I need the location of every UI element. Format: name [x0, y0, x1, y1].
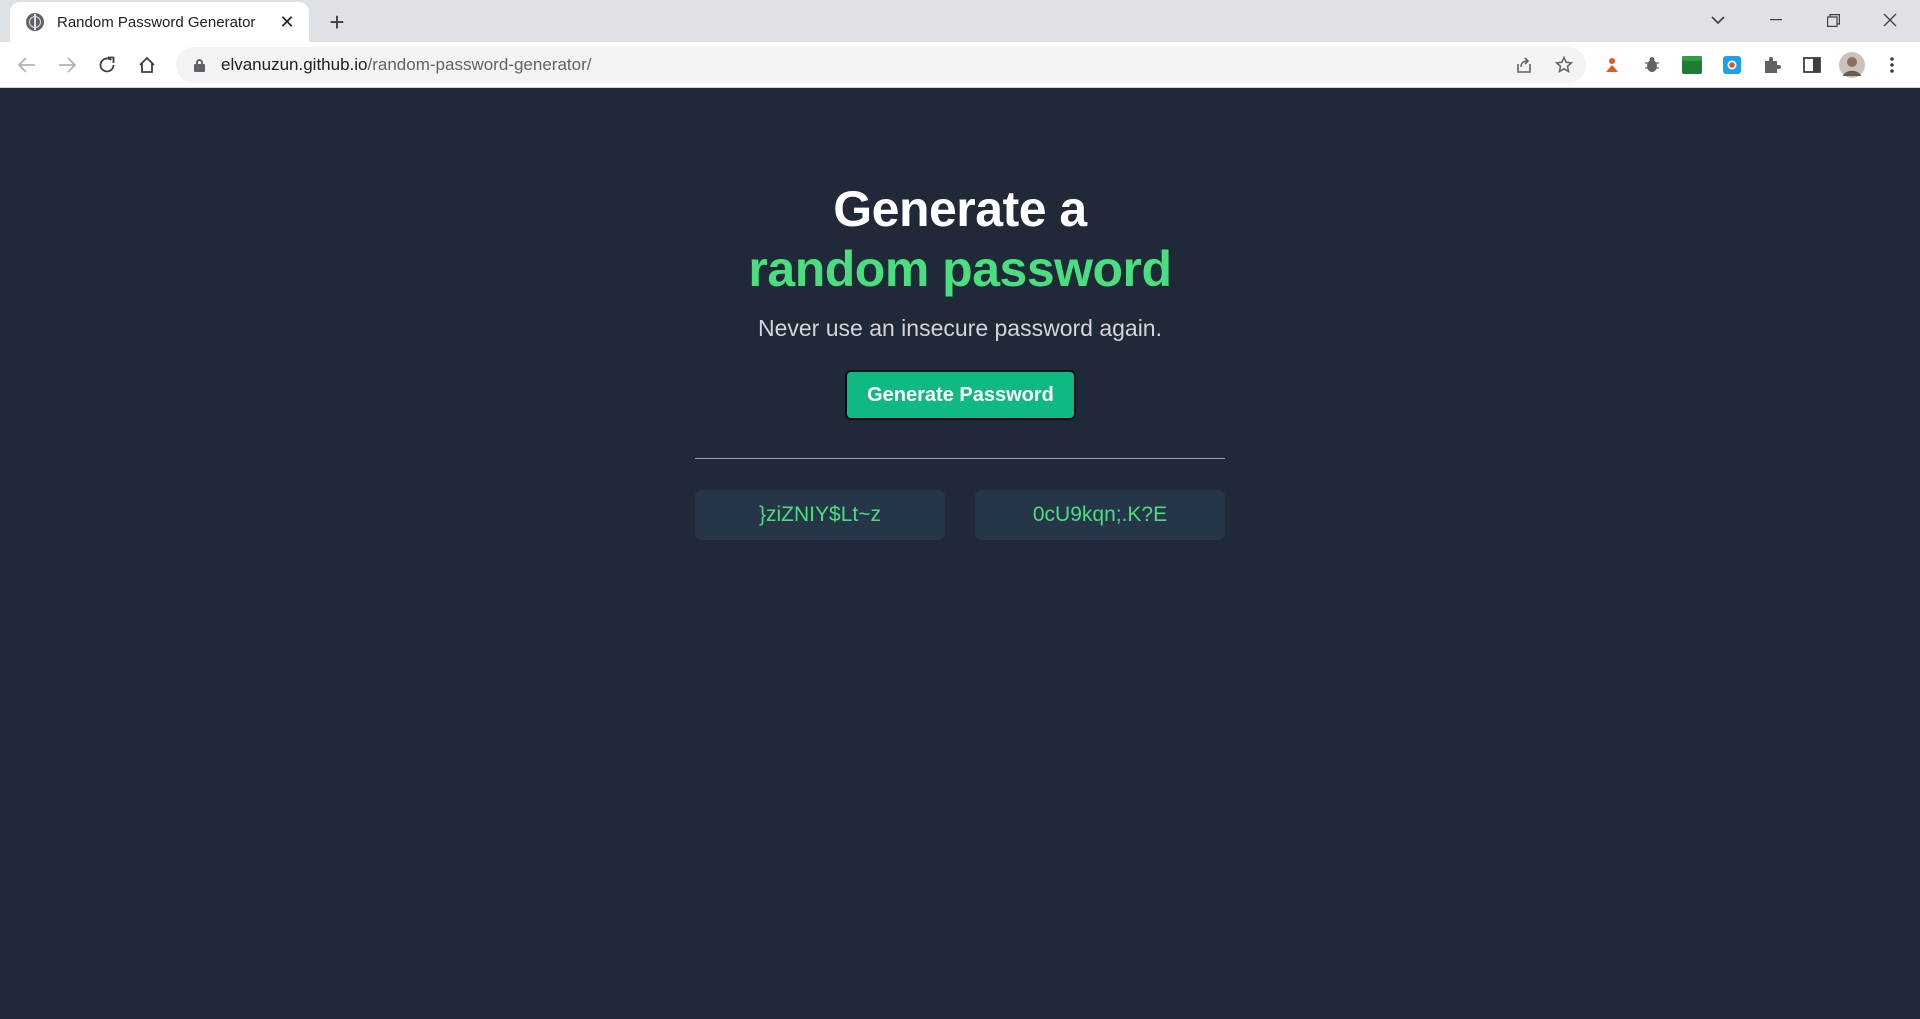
tab-search-icon[interactable]: [1690, 0, 1746, 40]
tab-title: Random Password Generator: [57, 13, 256, 31]
extension-bug-icon[interactable]: [1638, 51, 1666, 79]
browser-tab[interactable]: Random Password Generator ✕: [10, 2, 309, 42]
password-output-2[interactable]: 0cU9kqn;.K?E: [975, 490, 1225, 540]
bookmark-star-icon[interactable]: [1550, 51, 1578, 79]
password-output-1[interactable]: }ziZNIY$Lt~z: [695, 490, 945, 540]
restore-icon[interactable]: [1805, 0, 1861, 40]
minimize-icon[interactable]: [1748, 0, 1804, 40]
close-tab-icon[interactable]: ✕: [277, 12, 297, 32]
browser-tabstrip: Random Password Generator ✕ +: [0, 0, 1920, 42]
extension-person-icon[interactable]: [1598, 51, 1626, 79]
url-domain: elvanuzun.github.io: [221, 55, 368, 74]
extension-wallet-icon[interactable]: [1678, 51, 1706, 79]
chrome-menu-icon[interactable]: [1878, 51, 1906, 79]
side-panel-icon[interactable]: [1798, 51, 1826, 79]
lock-icon[interactable]: [194, 58, 205, 72]
url-path: /random-password-generator/: [367, 55, 592, 74]
profile-avatar[interactable]: [1838, 51, 1866, 79]
reload-icon[interactable]: [91, 49, 123, 81]
heading-line-2: random password: [748, 241, 1172, 297]
hero: Generate a random password Never use an …: [0, 179, 1920, 343]
divider: [695, 458, 1225, 459]
home-icon[interactable]: [131, 49, 163, 81]
close-window-icon[interactable]: [1862, 0, 1918, 40]
subtitle: Never use an insecure password again.: [757, 315, 1162, 341]
heading-line-1: Generate a: [833, 181, 1087, 237]
url-text: elvanuzun.github.io/random-password-gene…: [221, 55, 591, 75]
browser-toolbar: elvanuzun.github.io/random-password-gene…: [0, 42, 1920, 88]
share-icon[interactable]: [1510, 51, 1538, 79]
generate-password-button[interactable]: Generate Password: [845, 370, 1076, 420]
extension-screen-recorder-icon[interactable]: [1718, 51, 1746, 79]
page-content: Generate a random password Never use an …: [0, 89, 1920, 1019]
address-bar[interactable]: elvanuzun.github.io/random-password-gene…: [176, 47, 1586, 83]
back-icon[interactable]: [11, 49, 43, 81]
forward-icon[interactable]: [51, 49, 83, 81]
new-tab-icon[interactable]: +: [323, 7, 351, 37]
extensions-puzzle-icon[interactable]: [1758, 51, 1786, 79]
globe-icon: [26, 13, 44, 31]
